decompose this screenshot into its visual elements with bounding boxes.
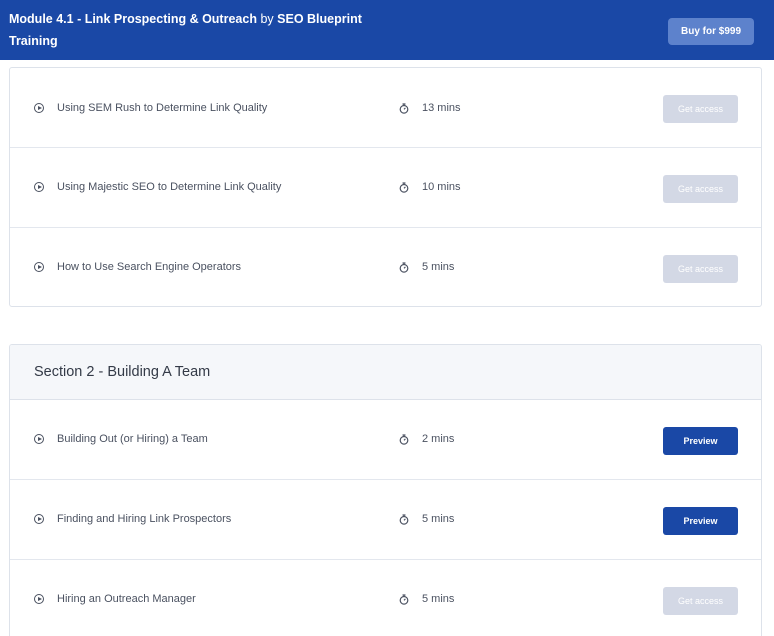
by-text: by bbox=[260, 12, 274, 26]
get-access-button[interactable]: Get access bbox=[663, 587, 738, 615]
preview-button[interactable]: Preview bbox=[663, 427, 738, 455]
course-header: Module 4.1 - Link Prospecting & Outreach… bbox=[0, 0, 774, 60]
play-circle-icon bbox=[34, 514, 44, 524]
lesson-row[interactable]: Using SEM Rush to Determine Link Quality… bbox=[10, 68, 761, 148]
lesson-duration: 5 mins bbox=[422, 593, 455, 605]
lesson-duration: 2 mins bbox=[422, 433, 455, 445]
lesson-duration: 5 mins bbox=[422, 261, 455, 273]
author-name-cont[interactable]: Training bbox=[9, 34, 58, 48]
lesson-title[interactable]: Hiring an Outreach Manager bbox=[57, 593, 196, 605]
lesson-duration: 10 mins bbox=[422, 181, 461, 193]
get-access-button[interactable]: Get access bbox=[663, 255, 738, 283]
lesson-row[interactable]: Finding and Hiring Link Prospectors 5 mi… bbox=[10, 480, 761, 560]
lesson-duration: 13 mins bbox=[422, 102, 461, 114]
lesson-duration: 5 mins bbox=[422, 513, 455, 525]
lesson-title[interactable]: Using Majestic SEO to Determine Link Qua… bbox=[57, 181, 281, 193]
play-circle-icon bbox=[34, 182, 44, 192]
buy-button[interactable]: Buy for $999 bbox=[668, 18, 754, 45]
section-title: Section 2 - Building A Team bbox=[34, 364, 211, 380]
play-circle-icon bbox=[34, 103, 44, 113]
preview-button[interactable]: Preview bbox=[663, 507, 738, 535]
stopwatch-icon bbox=[399, 182, 409, 193]
section-card-2: Section 2 - Building A Team Building Out… bbox=[9, 344, 762, 636]
get-access-button[interactable]: Get access bbox=[663, 95, 738, 123]
lesson-title[interactable]: Finding and Hiring Link Prospectors bbox=[57, 513, 231, 525]
section-header[interactable]: Section 2 - Building A Team bbox=[10, 345, 761, 400]
stopwatch-icon bbox=[399, 514, 409, 525]
lesson-row[interactable]: Using Majestic SEO to Determine Link Qua… bbox=[10, 148, 761, 228]
play-circle-icon bbox=[34, 262, 44, 272]
lesson-row[interactable]: Building Out (or Hiring) a Team 2 mins P… bbox=[10, 400, 761, 480]
header-title: Module 4.1 - Link Prospecting & Outreach… bbox=[9, 8, 429, 52]
play-circle-icon bbox=[34, 434, 44, 444]
stopwatch-icon bbox=[399, 103, 409, 114]
stopwatch-icon bbox=[399, 262, 409, 273]
stopwatch-icon bbox=[399, 434, 409, 445]
lesson-row[interactable]: How to Use Search Engine Operators 5 min… bbox=[10, 228, 761, 306]
lesson-title[interactable]: Using SEM Rush to Determine Link Quality bbox=[57, 102, 267, 114]
play-circle-icon bbox=[34, 594, 44, 604]
author-name[interactable]: SEO Blueprint bbox=[277, 12, 362, 26]
lesson-title[interactable]: How to Use Search Engine Operators bbox=[57, 261, 241, 273]
get-access-button[interactable]: Get access bbox=[663, 175, 738, 203]
stopwatch-icon bbox=[399, 594, 409, 605]
module-title: Module 4.1 - Link Prospecting & Outreach bbox=[9, 12, 257, 26]
section-card-1: Using SEM Rush to Determine Link Quality… bbox=[9, 67, 762, 307]
lesson-title[interactable]: Building Out (or Hiring) a Team bbox=[57, 433, 208, 445]
lesson-row[interactable]: Hiring an Outreach Manager 5 mins Get ac… bbox=[10, 560, 761, 636]
